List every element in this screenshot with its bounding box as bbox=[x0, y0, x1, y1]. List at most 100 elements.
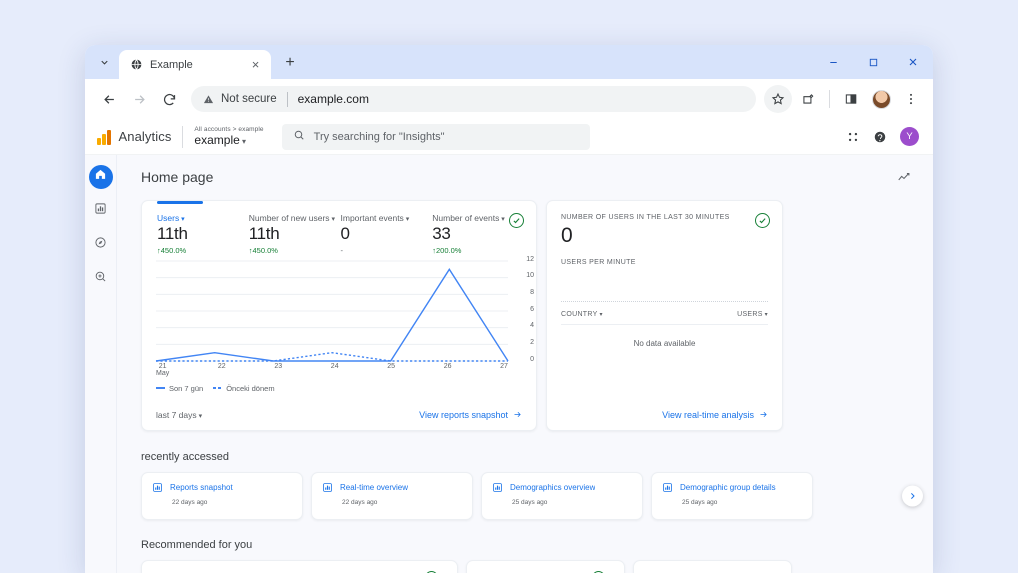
close-window-button[interactable] bbox=[893, 45, 933, 79]
recommended-card-views-pagetitle[interactable]: Number of Views , Page title and displa.… bbox=[466, 559, 625, 573]
omnibox-bar: Not secure example.com bbox=[85, 79, 933, 119]
brand-label: Analytics bbox=[118, 129, 172, 144]
content-inner: Home page Users ▾ 11th ↑450.0% Number of… bbox=[117, 169, 933, 573]
metric-label: Number of new users bbox=[249, 213, 341, 223]
insights-trend-icon[interactable] bbox=[897, 170, 911, 184]
window-controls bbox=[813, 45, 933, 79]
sidebar-item-explore[interactable] bbox=[89, 233, 113, 257]
avatar bbox=[871, 89, 891, 109]
chart-y-axis: 12 10 8 6 4 2 0 bbox=[510, 256, 534, 363]
card-timestamp: 25 days ago bbox=[682, 498, 718, 506]
recently-accessed-card[interactable]: Demographics overview 25 days ago bbox=[481, 471, 643, 520]
recommended-row: Users , Country ID ▾ COUNTRY USE bbox=[141, 559, 911, 573]
bar-chart-icon bbox=[492, 482, 503, 493]
user-avatar[interactable]: Y bbox=[900, 127, 919, 146]
profile-avatar[interactable] bbox=[867, 85, 895, 113]
x-tick-label: 23 bbox=[274, 362, 283, 370]
view-reports-snapshot-link[interactable]: View reports snapshot bbox=[419, 410, 522, 420]
legend-item-previous[interactable]: Önceki dönem bbox=[213, 384, 275, 393]
card-top: Demographic group details bbox=[662, 482, 802, 493]
no-data-message: No data available bbox=[633, 339, 696, 348]
y-tick-label: 10 bbox=[526, 272, 534, 280]
recently-accessed-title: recently accessed bbox=[141, 450, 230, 463]
column-header-users[interactable]: USERS bbox=[737, 311, 768, 318]
metric-delta: ↑450.0% bbox=[157, 246, 249, 255]
browser-window: Example × + Not secure example.com Analy… bbox=[85, 45, 933, 573]
x-tick-label: 21 May bbox=[156, 362, 170, 377]
sidebar-item-reports[interactable] bbox=[89, 199, 113, 223]
metric-new-users[interactable]: Number of new users 11th ↑450.0% bbox=[249, 213, 341, 255]
x-tick-label: 26 bbox=[443, 362, 452, 370]
recommended-card-newusers-channel[interactable]: Number of new users , First user primary… bbox=[633, 559, 792, 573]
metric-delta: ↑450.0% bbox=[249, 246, 341, 255]
data-quality-badge[interactable] bbox=[755, 213, 770, 228]
close-icon[interactable]: × bbox=[248, 57, 263, 72]
metric-important-events[interactable]: Important events 0 - bbox=[341, 213, 433, 255]
metric-label: Important events bbox=[341, 213, 433, 223]
realtime-card: NUMBER OF USERS IN THE LAST 30 MINUTES 0… bbox=[546, 200, 783, 431]
recently-accessed-card[interactable]: Reports snapshot 22 days ago bbox=[141, 471, 303, 520]
carousel-next-button[interactable] bbox=[902, 485, 923, 506]
bar-chart-icon bbox=[662, 482, 673, 493]
account-selector[interactable]: All accounts > example example bbox=[194, 126, 263, 147]
browser-menu-icon[interactable] bbox=[897, 85, 925, 113]
x-tick-label: 25 bbox=[387, 362, 396, 370]
minimize-button[interactable] bbox=[813, 45, 853, 79]
x-tick-label: 27 bbox=[500, 362, 508, 370]
analytics-bars-icon bbox=[97, 129, 111, 145]
tab-strip: Example × + bbox=[85, 45, 933, 79]
users-line-chart: 12 10 8 6 4 2 0 bbox=[156, 256, 534, 363]
column-header-country[interactable]: COUNTRY bbox=[561, 311, 603, 318]
metrics-overview-card: Users 11th ↑450.0% Number of new users 1… bbox=[141, 200, 537, 431]
date-range-selector[interactable]: last 7 days bbox=[156, 410, 202, 420]
tab-search-icon[interactable] bbox=[91, 49, 117, 75]
realtime-table-header: COUNTRY USERS bbox=[561, 302, 768, 325]
page-title: Home page bbox=[141, 169, 214, 185]
realtime-title: NUMBER OF USERS IN THE LAST 30 MINUTES bbox=[561, 214, 730, 221]
security-label: Not secure bbox=[221, 93, 277, 105]
analytics-header: Analytics All accounts > example example… bbox=[85, 119, 933, 155]
card-timestamp: 22 days ago bbox=[172, 498, 208, 506]
apps-grid-icon[interactable] bbox=[846, 130, 860, 144]
data-quality-badge[interactable] bbox=[509, 213, 524, 228]
back-icon[interactable] bbox=[95, 85, 123, 113]
card-top: Reports snapshot bbox=[152, 482, 292, 493]
account-name: example bbox=[194, 133, 263, 147]
url-text: example.com bbox=[297, 92, 369, 106]
address-bar[interactable]: Not secure example.com bbox=[191, 86, 756, 112]
metric-users[interactable]: Users 11th ↑450.0% bbox=[157, 213, 249, 255]
search-input[interactable]: Try searching for "Insights" bbox=[281, 123, 590, 150]
card-timestamp: 25 days ago bbox=[512, 498, 548, 506]
sidebar-item-advertising[interactable] bbox=[89, 267, 113, 291]
reload-icon[interactable] bbox=[155, 85, 183, 113]
not-secure-icon bbox=[203, 94, 214, 105]
bar-chart-icon bbox=[322, 482, 333, 493]
view-realtime-analysis-link[interactable]: View real-time analysis bbox=[662, 410, 768, 420]
extensions-icon[interactable] bbox=[794, 85, 822, 113]
analytics-logo[interactable]: Analytics bbox=[85, 129, 171, 145]
bookmark-star-icon[interactable] bbox=[764, 85, 792, 113]
recently-accessed-card[interactable]: Demographic group details 25 days ago bbox=[651, 471, 813, 520]
card-title: Demographics overview bbox=[510, 482, 596, 492]
browser-tab[interactable]: Example × bbox=[119, 50, 271, 79]
metric-delta: ↑200.0% bbox=[432, 246, 524, 255]
new-tab-button[interactable]: + bbox=[277, 50, 303, 76]
chevron-right-icon bbox=[911, 492, 915, 499]
help-icon[interactable] bbox=[873, 130, 887, 144]
recommended-card-users-country[interactable]: Users , Country ID ▾ COUNTRY USE bbox=[141, 559, 458, 573]
home-icon bbox=[94, 168, 107, 186]
split-view-icon[interactable] bbox=[837, 85, 865, 113]
realtime-card-footer: View real-time analysis bbox=[561, 410, 768, 420]
card-title: Real-time overview bbox=[340, 482, 409, 492]
sidebar-item-home[interactable] bbox=[88, 165, 113, 189]
forward-icon[interactable] bbox=[125, 85, 153, 113]
metric-value: 11th bbox=[248, 223, 280, 243]
metric-value: 33 bbox=[432, 223, 451, 243]
tab-title: Example bbox=[150, 58, 193, 71]
legend-item-current[interactable]: Son 7 gün bbox=[156, 384, 203, 393]
maximize-button[interactable] bbox=[853, 45, 893, 79]
realtime-subtitle: USERS PER MINUTE bbox=[561, 259, 636, 266]
left-rail bbox=[85, 155, 117, 573]
analytics-body: Home page Users ▾ 11th ↑450.0% Number of… bbox=[85, 155, 933, 573]
recently-accessed-card[interactable]: Real-time overview 22 days ago bbox=[311, 471, 473, 520]
